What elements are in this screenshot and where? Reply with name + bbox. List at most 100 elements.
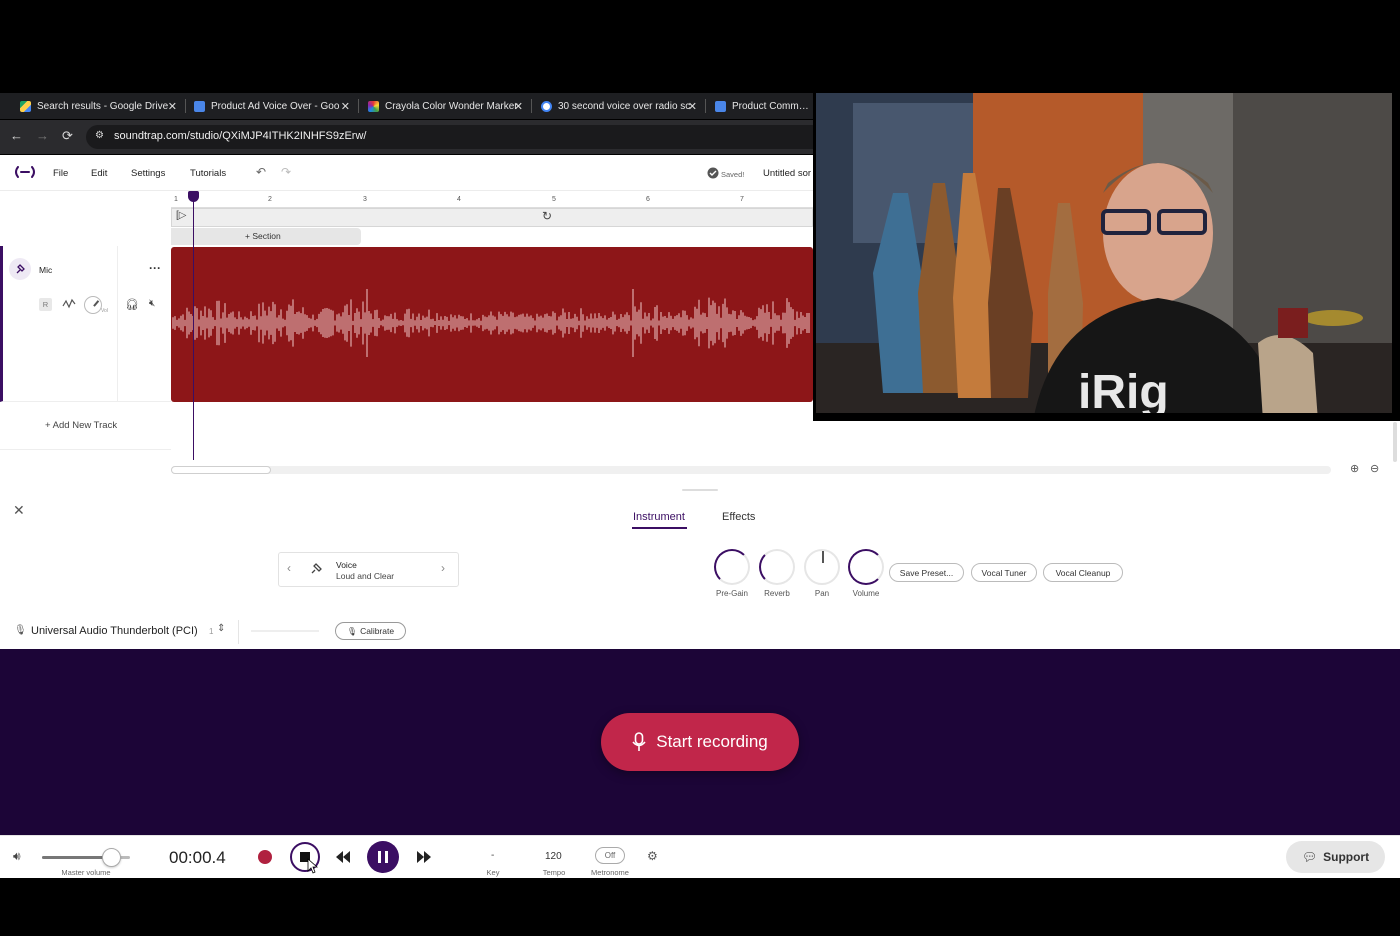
ruler-tick: 7 <box>740 196 744 203</box>
start-recording-label: Start recording <box>656 732 768 751</box>
rewind-icon[interactable] <box>335 850 351 864</box>
google-icon <box>541 100 552 112</box>
add-section-button[interactable]: + Section <box>245 231 281 241</box>
tab-divider <box>185 99 186 113</box>
panel-resize-handle[interactable] <box>682 489 718 491</box>
pause-button[interactable] <box>367 841 399 873</box>
url-text[interactable]: soundtrap.com/studio/QXiMJP4ITHK2INHFS9z… <box>114 130 366 142</box>
menu-file[interactable]: File <box>53 168 68 179</box>
settings-gear-icon[interactable]: ⚙ <box>647 849 658 863</box>
mic-input-icon: 🎙︎ <box>14 625 27 636</box>
support-label: Support <box>1323 850 1370 864</box>
vertical-scrollbar[interactable] <box>1393 422 1397 462</box>
preset-next-icon[interactable]: › <box>441 561 445 575</box>
volume-knob[interactable] <box>848 549 884 585</box>
divider <box>238 620 239 644</box>
browser-tab-2[interactable]: Product Ad Voice Over - Goo ✕ <box>194 93 350 119</box>
loop-region-bar[interactable] <box>171 208 813 227</box>
horizontal-scrollbar[interactable] <box>171 466 1331 474</box>
input-channel[interactable]: 1 <box>209 627 213 636</box>
audio-clip[interactable] <box>171 247 813 402</box>
add-new-track-button[interactable]: + Add New Track <box>45 420 117 431</box>
track-header-divider <box>117 246 118 402</box>
back-icon[interactable]: ← <box>10 128 23 143</box>
zoom-in-icon[interactable]: ⊕ <box>1350 462 1359 475</box>
mic-instrument-icon[interactable] <box>9 258 31 280</box>
track-name[interactable]: Mic <box>39 265 52 275</box>
saved-status: Saved! <box>721 170 745 179</box>
waveform <box>172 289 810 357</box>
reload-icon[interactable]: ⟳ <box>62 128 73 144</box>
preset-prev-icon[interactable]: ‹ <box>287 561 291 575</box>
pan-knob[interactable] <box>804 549 840 585</box>
menu-tutorials[interactable]: Tutorials <box>190 168 226 179</box>
record-button[interactable] <box>258 850 272 864</box>
browser-tab-4[interactable]: 30 second voice over radio sc ✕ <box>541 93 697 119</box>
knob-label: Volume <box>852 589 880 598</box>
chat-bubble-icon: 💬︎ <box>1301 850 1318 864</box>
tab-title: Crayola Color Wonder Marker <box>385 100 518 112</box>
loop-icon[interactable]: ↻ <box>542 209 552 223</box>
speaker-icon[interactable]: 🔊︎ <box>13 849 21 864</box>
reverb-knob[interactable] <box>759 549 795 585</box>
close-tab-icon[interactable]: ✕ <box>341 100 350 113</box>
tab-title: Search results - Google Drive <box>37 100 169 112</box>
record-arm-button[interactable]: R <box>39 298 52 311</box>
calibrate-label: Calibrate <box>360 626 395 636</box>
site-settings-icon[interactable]: ⚙ <box>95 130 104 141</box>
tab-divider <box>358 99 359 113</box>
microphone-icon <box>632 732 646 751</box>
playhead-handle[interactable] <box>188 191 199 202</box>
pause-icon <box>378 851 388 863</box>
track-volume-knob[interactable] <box>84 296 102 314</box>
undo-icon[interactable]: ↶ <box>256 165 266 179</box>
close-panel-icon[interactable]: ✕ <box>13 502 25 519</box>
menu-settings[interactable]: Settings <box>131 168 165 179</box>
save-preset-button[interactable]: Save Preset... <box>889 563 964 582</box>
device-chevron-icon[interactable]: ⇕ <box>217 623 225 634</box>
vocal-tuner-button[interactable]: Vocal Tuner <box>971 563 1037 582</box>
mouse-cursor-icon <box>307 858 318 874</box>
headphones-solo-icon[interactable]: 🎧︎ <box>125 298 139 311</box>
close-tab-icon[interactable]: ✕ <box>168 100 177 113</box>
tab-instrument[interactable]: Instrument <box>633 511 685 523</box>
metronome-toggle[interactable]: Off <box>595 847 625 864</box>
close-tab-icon[interactable]: ✕ <box>688 100 697 113</box>
tab-title: 30 second voice over radio sc <box>558 100 691 112</box>
redo-icon[interactable]: ↷ <box>281 165 291 179</box>
knob-label: Reverb <box>764 589 790 598</box>
master-volume-thumb[interactable] <box>101 848 121 867</box>
preset-selector[interactable] <box>278 552 459 587</box>
google-docs-icon <box>715 100 726 112</box>
preset-variant: Loud and Clear <box>336 571 395 581</box>
automation-icon[interactable] <box>62 297 76 311</box>
ruler-tick: 5 <box>552 196 556 203</box>
browser-tab-3[interactable]: Crayola Color Wonder Marker ✕ <box>368 93 523 119</box>
preset-name: Voice <box>336 560 357 570</box>
soundtrap-logo-icon[interactable] <box>13 166 37 178</box>
key-value[interactable]: - <box>491 850 494 861</box>
playhead-line <box>193 192 194 460</box>
zoom-out-icon[interactable]: ⊖ <box>1370 462 1379 475</box>
tab-title: Product Commercia <box>732 100 813 112</box>
start-recording-button[interactable]: Start recording <box>601 713 799 771</box>
support-button[interactable]: 💬︎ Support <box>1286 841 1385 873</box>
calibrate-button[interactable]: 🎙︎ Calibrate <box>335 622 406 640</box>
menu-edit[interactable]: Edit <box>91 168 107 179</box>
mute-icon[interactable]: 🔇︎ <box>149 298 155 309</box>
tab-effects[interactable]: Effects <box>722 511 755 523</box>
browser-tab-1[interactable]: Search results - Google Drive ✕ <box>20 93 177 119</box>
forward-icon[interactable]: → <box>36 128 49 143</box>
browser-tab-5[interactable]: Product Commercia <box>715 93 813 119</box>
scrollbar-thumb[interactable] <box>171 466 271 474</box>
close-tab-icon[interactable]: ✕ <box>514 100 523 113</box>
track-options-icon[interactable]: ··· <box>149 261 161 275</box>
input-device-select[interactable]: Universal Audio Thunderbolt (PCI) <box>31 625 198 637</box>
project-title[interactable]: Untitled sor <box>763 168 811 179</box>
vocal-cleanup-button[interactable]: Vocal Cleanup <box>1043 563 1123 582</box>
pre-gain-knob[interactable] <box>714 549 750 585</box>
volume-label: Vol <box>101 308 108 314</box>
loop-start-icon[interactable]: [▷ <box>176 210 186 221</box>
fast-forward-icon[interactable] <box>416 850 432 864</box>
tempo-value[interactable]: 120 <box>545 851 562 862</box>
